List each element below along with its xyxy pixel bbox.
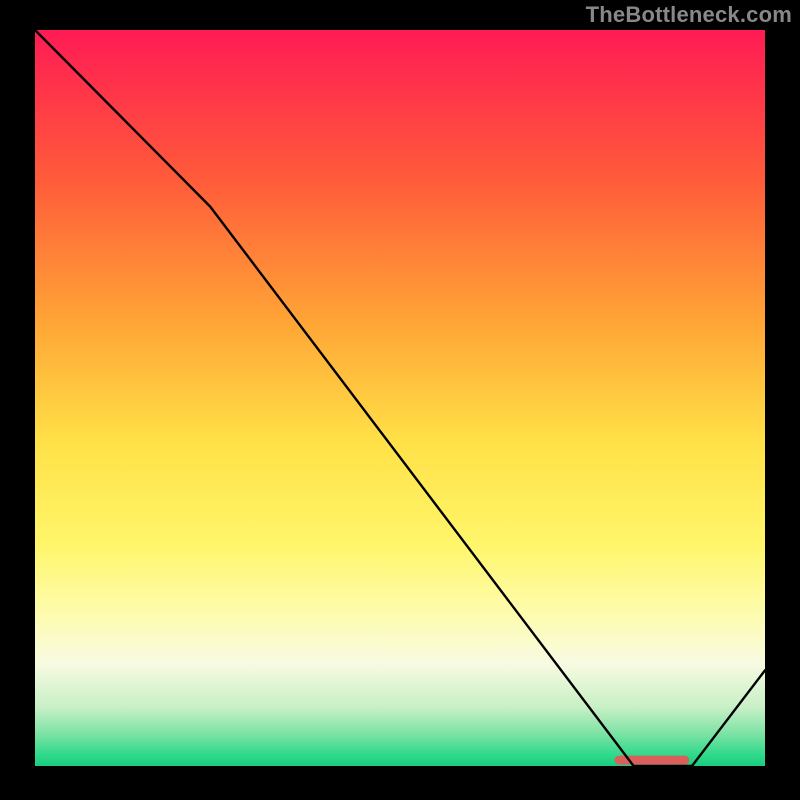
chart-container: TheBottleneck.com xyxy=(0,0,800,800)
chart-svg xyxy=(0,0,800,800)
watermark-text: TheBottleneck.com xyxy=(586,2,792,28)
axis-left xyxy=(30,30,35,771)
